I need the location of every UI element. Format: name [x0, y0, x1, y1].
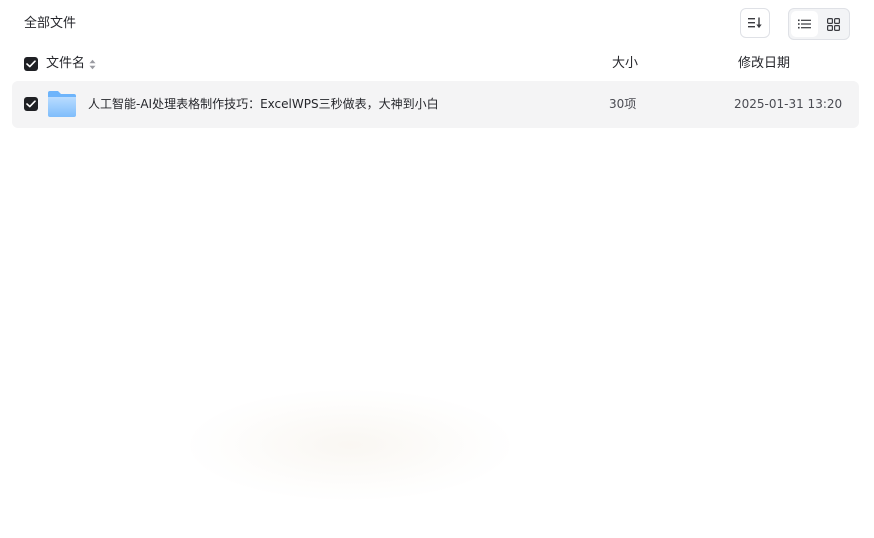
sort-list-icon	[748, 17, 762, 28]
sort-arrows-icon	[89, 59, 96, 69]
sort-button[interactable]	[740, 8, 770, 38]
column-header-name[interactable]: 文件名	[46, 54, 96, 74]
check-icon	[26, 100, 36, 108]
file-name[interactable]: 人工智能-AI处理表格制作技巧：ExcelWPS三秒做表，大神到小白	[88, 95, 439, 113]
list-view-button[interactable]	[791, 11, 818, 37]
background-blur-decoration	[190, 390, 510, 500]
row-checkbox[interactable]	[24, 97, 38, 111]
file-browser: 全部文件 文件名 大小 修改日期 人工智能-AI处理表格制作技巧：ExcelWP…	[0, 0, 874, 538]
file-modified-date: 2025-01-31 13:20	[734, 97, 843, 111]
file-size: 30项	[609, 97, 637, 111]
select-all-checkbox[interactable]	[24, 57, 38, 71]
view-toggle	[788, 8, 850, 40]
column-header-size[interactable]: 大小	[612, 54, 638, 74]
folder-icon	[48, 91, 76, 117]
list-view-icon	[798, 19, 811, 29]
check-icon	[26, 60, 36, 68]
grid-view-button[interactable]	[820, 11, 847, 37]
column-header-name-label: 文件名	[46, 56, 86, 71]
grid-view-icon	[827, 17, 840, 31]
table-row[interactable]: 人工智能-AI处理表格制作技巧：ExcelWPS三秒做表，大神到小白 30项 2…	[12, 81, 859, 128]
column-header-modified[interactable]: 修改日期	[738, 54, 790, 74]
breadcrumb[interactable]: 全部文件	[24, 14, 76, 34]
table-header: 文件名 大小 修改日期	[24, 54, 850, 74]
